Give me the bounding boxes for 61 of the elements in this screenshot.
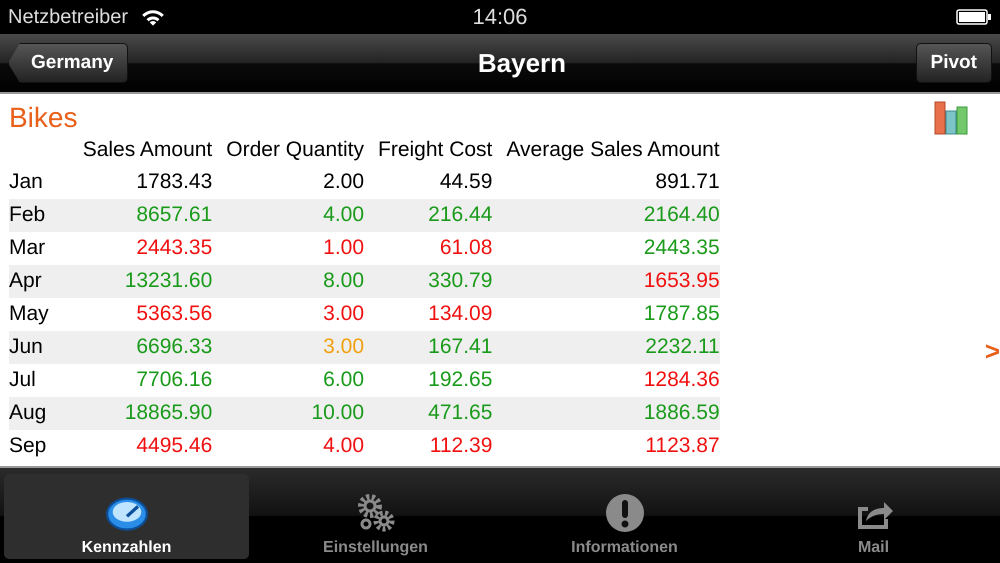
table-cell: 3.00 <box>323 335 364 358</box>
next-arrow[interactable]: > <box>984 336 1000 367</box>
table-cell: 1783.43 <box>136 170 212 193</box>
table-cell: 2164.40 <box>644 203 720 226</box>
row-label: Aug <box>9 401 46 424</box>
table-cell: 6.00 <box>323 368 364 391</box>
row-label: Jan <box>9 170 43 193</box>
column-header: Average Sales Amount <box>506 138 720 161</box>
table-cell: 216.44 <box>428 203 492 226</box>
table-cell: 167.41 <box>428 335 492 358</box>
table-cell: 10.00 <box>311 401 364 424</box>
row-label: Apr <box>9 269 42 292</box>
table-cell: 2443.35 <box>136 236 212 259</box>
row-label: May <box>9 302 49 325</box>
table-cell: 1.00 <box>323 236 364 259</box>
section-title: Bikes <box>9 102 78 134</box>
table-cell: 192.65 <box>428 368 492 391</box>
table-cell: 2443.35 <box>644 236 720 259</box>
table-cell: 1284.36 <box>644 368 720 391</box>
table-cell: 44.59 <box>440 170 492 193</box>
table-cell: 134.09 <box>428 302 492 325</box>
table-cell: 112.39 <box>430 434 492 457</box>
table-cell: 1653.95 <box>644 269 720 292</box>
clock-time: 14:06 <box>471 4 529 30</box>
table-cell: 4495.46 <box>136 434 212 457</box>
table-cell: 471.65 <box>428 401 492 424</box>
table-cell: 4.00 <box>323 434 364 457</box>
tab-bar-item[interactable]: Kennzahlen <box>4 474 249 559</box>
row-label: Feb <box>9 203 46 226</box>
column-header: Sales Amount <box>82 138 212 161</box>
row-label: Mar <box>9 236 46 259</box>
table-cell: 6696.33 <box>136 335 212 358</box>
pivot-button[interactable]: Pivot <box>916 43 992 83</box>
tab-bar-item[interactable]: Einstellungen <box>253 474 498 559</box>
table-cell: 4.00 <box>323 203 364 226</box>
table-cell: 891.71 <box>655 170 720 193</box>
table-cell: 1886.59 <box>644 401 720 424</box>
table-cell: 7706.16 <box>136 368 212 391</box>
table-cell: 8657.61 <box>136 203 212 226</box>
row-label: Jun <box>9 335 43 358</box>
table-cell: 18865.90 <box>124 401 212 424</box>
table-cell: 5363.56 <box>136 302 212 325</box>
column-header: Order Quantity <box>226 138 364 161</box>
carrier-name: Netzbetreiber <box>8 6 128 28</box>
table-cell: 3.00 <box>323 302 364 325</box>
table-cell: 13231.60 <box>124 269 212 292</box>
table-cell: 1123.87 <box>645 434 720 457</box>
table-cell: 61.08 <box>440 236 492 259</box>
table-cell: 2232.11 <box>645 335 720 358</box>
table-cell: 1787.85 <box>644 302 720 325</box>
table-cell: 330.79 <box>428 269 492 292</box>
row-label: Sep <box>9 434 46 457</box>
tab-bar-item[interactable]: Informationen <box>502 474 747 559</box>
table-cell: 8.00 <box>323 269 364 292</box>
column-header: Freight Cost <box>378 138 492 161</box>
battery-icon <box>956 8 992 26</box>
screen-title: Bayern <box>478 48 566 78</box>
tab-bar-item[interactable]: Mail <box>751 474 996 559</box>
back-button[interactable]: Germany <box>8 43 128 83</box>
row-label: Jul <box>9 368 36 391</box>
table-cell: 2.00 <box>323 170 364 193</box>
